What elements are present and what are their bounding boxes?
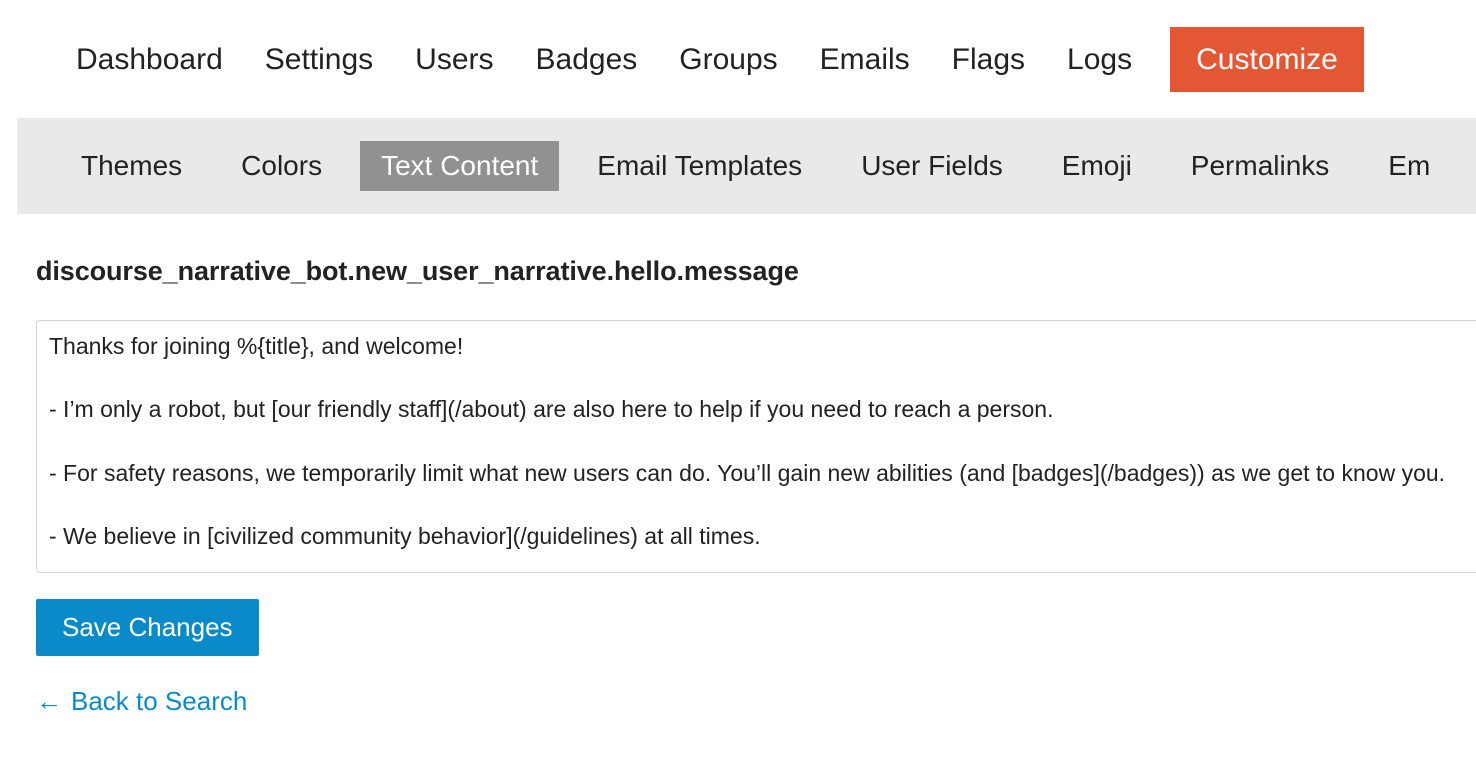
back-to-search-link[interactable]: ← Back to Search — [36, 687, 247, 716]
back-to-search-label: Back to Search — [71, 686, 248, 716]
text-content-editor[interactable] — [36, 320, 1476, 573]
nav-item-users[interactable]: Users — [394, 29, 514, 90]
nav-item-emails[interactable]: Emails — [799, 29, 931, 90]
subnav-item-text-content[interactable]: Text Content — [360, 140, 560, 192]
nav-item-logs[interactable]: Logs — [1046, 29, 1153, 90]
subnav-item-emoji[interactable]: Emoji — [1041, 141, 1153, 191]
subnav-item-embedding[interactable]: Em — [1367, 141, 1451, 191]
nav-item-dashboard[interactable]: Dashboard — [55, 29, 244, 90]
page-title: discourse_narrative_bot.new_user_narrati… — [36, 256, 799, 286]
nav-item-flags[interactable]: Flags — [931, 29, 1046, 90]
nav-item-settings[interactable]: Settings — [244, 29, 394, 90]
secondary-navigation-bar: Themes Colors Text Content Email Templat… — [17, 118, 1476, 214]
nav-item-customize[interactable]: Customize — [1170, 26, 1364, 92]
primary-navigation-bar: Dashboard Settings Users Badges Groups E… — [0, 0, 1476, 118]
save-changes-button[interactable]: Save Changes — [36, 599, 259, 656]
subnav-item-permalinks[interactable]: Permalinks — [1170, 141, 1350, 191]
subnav-item-email-templates[interactable]: Email Templates — [576, 141, 823, 191]
nav-item-groups[interactable]: Groups — [658, 29, 798, 90]
main-content-area: discourse_narrative_bot.new_user_narrati… — [0, 214, 1476, 761]
arrow-left-icon: ← — [36, 686, 62, 717]
subnav-item-themes[interactable]: Themes — [60, 141, 203, 191]
subnav-item-user-fields[interactable]: User Fields — [840, 141, 1024, 191]
nav-item-badges[interactable]: Badges — [515, 29, 659, 90]
subnav-item-colors[interactable]: Colors — [220, 141, 343, 191]
